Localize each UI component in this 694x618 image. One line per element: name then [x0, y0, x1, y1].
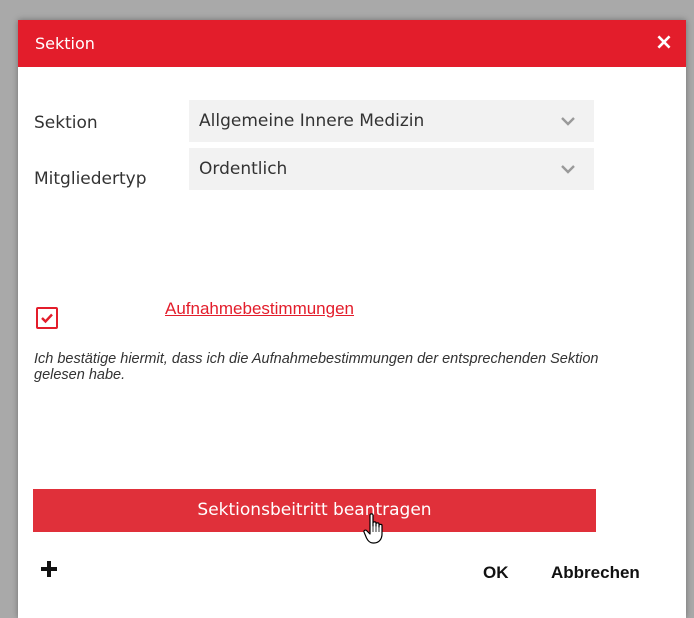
dialog-title: Sektion — [35, 34, 95, 53]
ok-button[interactable]: OK — [483, 563, 509, 583]
chevron-down-icon — [561, 165, 575, 174]
section-select-value: Allgemeine Innere Medizin — [199, 111, 425, 131]
section-dialog: Sektion × Sektion Allgemeine Innere Medi… — [18, 20, 686, 618]
plus-icon[interactable] — [38, 558, 60, 580]
section-select[interactable]: Allgemeine Innere Medizin — [189, 100, 594, 142]
member-type-select-value: Ordentlich — [199, 159, 288, 179]
section-label: Sektion — [34, 113, 98, 133]
dialog-titlebar: Sektion × — [18, 20, 686, 67]
terms-checkbox[interactable] — [36, 307, 58, 329]
member-type-label: Mitgliedertyp — [34, 169, 147, 189]
close-icon[interactable]: × — [652, 31, 676, 55]
chevron-down-icon — [561, 117, 575, 126]
join-section-button[interactable]: Sektionsbeitritt beantragen — [33, 489, 596, 532]
terms-link[interactable]: Aufnahmebestimmungen — [165, 299, 354, 319]
cancel-button[interactable]: Abbrechen — [551, 563, 640, 583]
member-type-select[interactable]: Ordentlich — [189, 148, 594, 190]
confirm-text: Ich bestätige hiermit, dass ich die Aufn… — [34, 351, 599, 383]
checkmark-icon — [41, 313, 53, 324]
